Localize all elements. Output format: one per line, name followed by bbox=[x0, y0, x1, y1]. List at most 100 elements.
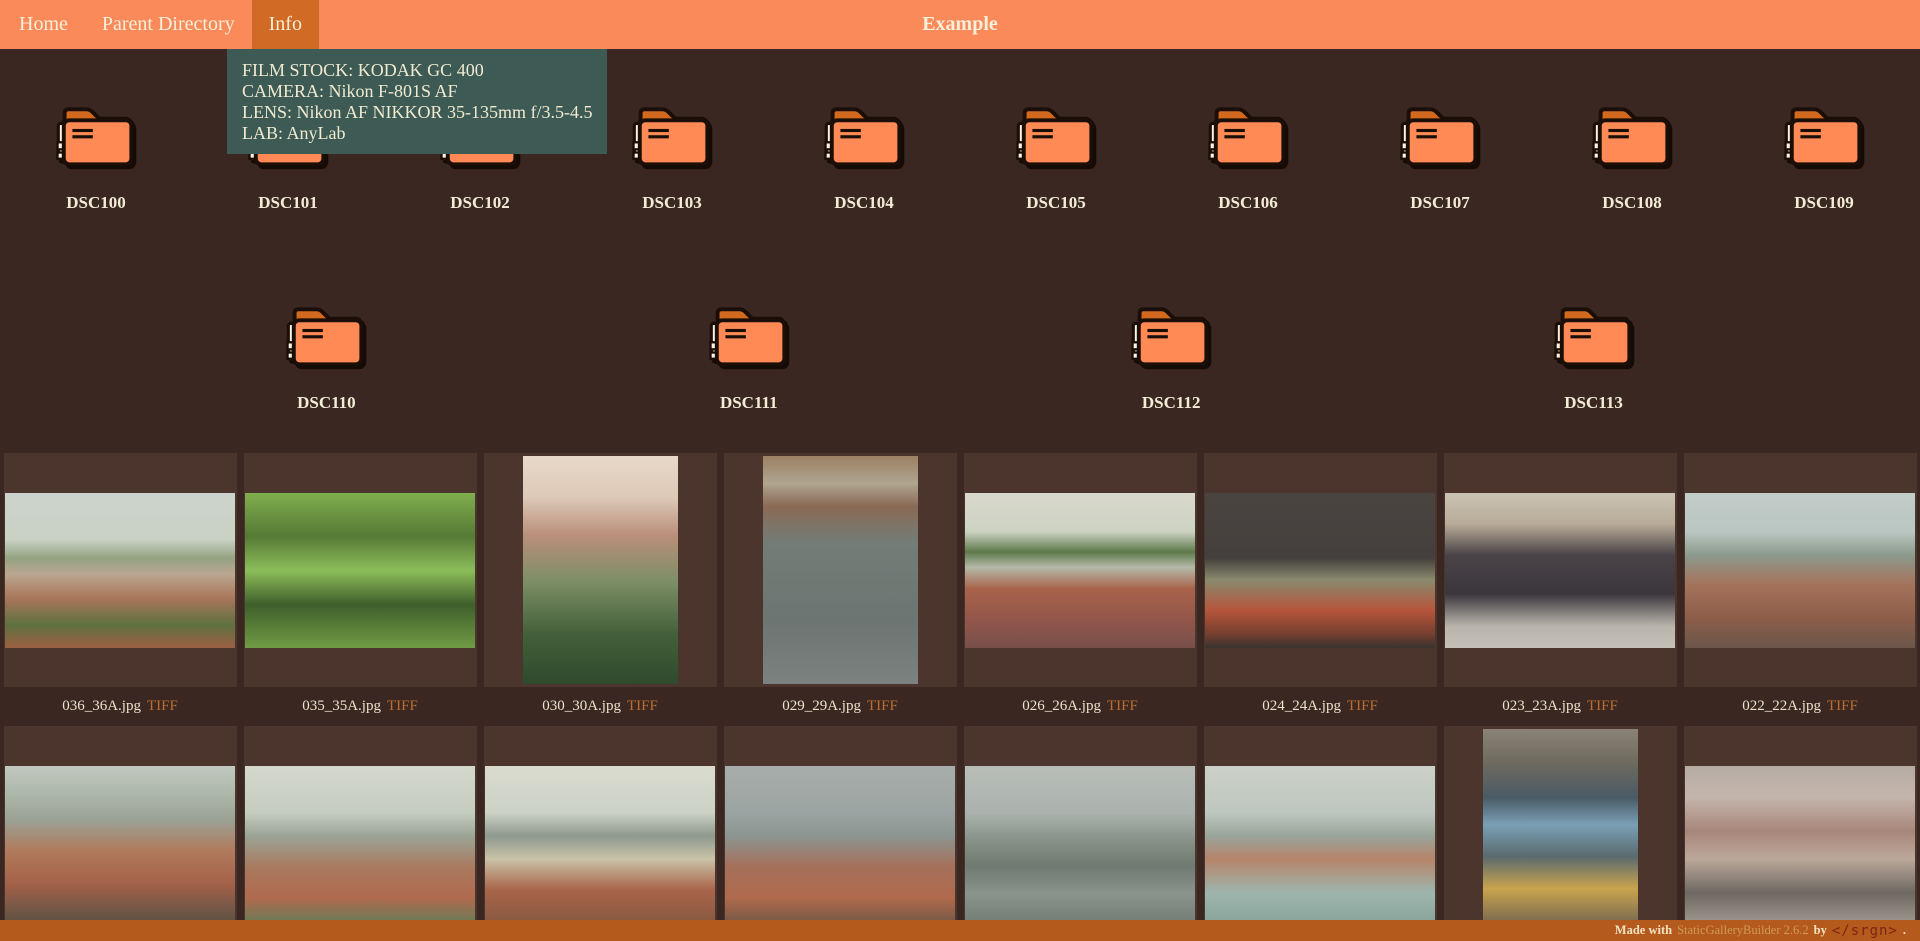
photo-thumbnail[interactable] bbox=[523, 456, 678, 684]
photo-thumbnail[interactable] bbox=[1483, 729, 1638, 941]
navbar: Example HomeParent DirectoryInfo bbox=[0, 0, 1920, 49]
thumbnail-card[interactable] bbox=[484, 726, 717, 941]
tiff-link[interactable]: TIFF bbox=[867, 698, 898, 715]
thumbnail-caption: 023_23A.jpgTIFF bbox=[1440, 687, 1680, 726]
photo-thumbnail[interactable] bbox=[245, 493, 475, 648]
folder-item-dsc110[interactable]: DSC110 bbox=[230, 303, 422, 413]
nav-item-home[interactable]: Home bbox=[2, 0, 85, 49]
thumbnail-card[interactable] bbox=[244, 726, 477, 941]
tiff-link[interactable]: TIFF bbox=[1107, 698, 1138, 715]
thumbnail-card[interactable] bbox=[964, 726, 1197, 941]
folder-label: DSC102 bbox=[450, 193, 510, 213]
folder-item-dsc106[interactable]: DSC106 bbox=[1152, 103, 1344, 213]
thumbnail-card[interactable] bbox=[964, 453, 1197, 687]
tiff-link[interactable]: TIFF bbox=[387, 698, 418, 715]
photo-thumbnail[interactable] bbox=[5, 493, 235, 648]
folder-label: DSC106 bbox=[1218, 193, 1278, 213]
thumbnail-card[interactable] bbox=[484, 453, 717, 687]
thumbnail-card[interactable] bbox=[1684, 726, 1917, 941]
folder-label: DSC110 bbox=[297, 393, 356, 413]
photo-thumbnail[interactable] bbox=[725, 766, 955, 921]
folder-item-dsc112[interactable]: DSC112 bbox=[1075, 303, 1267, 413]
thumbnail-card[interactable] bbox=[724, 453, 957, 687]
tiff-link[interactable]: TIFF bbox=[147, 698, 178, 715]
thumbnail-cell bbox=[1440, 726, 1680, 941]
thumbnail-cell: 036_36A.jpgTIFF bbox=[0, 453, 240, 726]
footer-period: . bbox=[1903, 923, 1906, 938]
tiff-link[interactable]: TIFF bbox=[1347, 698, 1378, 715]
folder-item-dsc100[interactable]: DSC100 bbox=[0, 103, 192, 213]
folder-item-dsc104[interactable]: DSC104 bbox=[768, 103, 960, 213]
photo-thumbnail[interactable] bbox=[1685, 766, 1915, 921]
folder-item-dsc113[interactable]: DSC113 bbox=[1498, 303, 1690, 413]
thumbnail-card[interactable] bbox=[1204, 453, 1437, 687]
photo-thumbnail[interactable] bbox=[965, 493, 1195, 648]
photo-thumbnail[interactable] bbox=[1205, 493, 1435, 648]
folder-icon bbox=[1399, 103, 1481, 169]
thumbnail-cell: 022_22A.jpg TIFF bbox=[1680, 453, 1920, 726]
folder-icon bbox=[1207, 103, 1289, 169]
nav-item-info[interactable]: Info bbox=[252, 0, 319, 49]
tiff-link[interactable]: TIFF bbox=[627, 698, 658, 715]
folder-icon bbox=[285, 303, 367, 369]
photo-thumbnail[interactable] bbox=[1685, 493, 1915, 648]
thumbnail-cell bbox=[240, 726, 480, 941]
thumbnail-cell: 024_24A.jpgTIFF bbox=[1200, 453, 1440, 726]
footer-logo[interactable]: </srgn> bbox=[1832, 923, 1898, 939]
thumbnail-caption: 022_22A.jpg TIFF bbox=[1680, 687, 1920, 726]
thumbnail-filename: 022_22A.jpg bbox=[1742, 698, 1821, 715]
thumbnail-cell: 035_35A.jpgTIFF bbox=[240, 453, 480, 726]
info-line-2: LENS: Nikon AF NIKKOR 35-135mm f/3.5-4.5 bbox=[242, 102, 592, 123]
footer: Made with StaticGalleryBuilder 2.6.2 by … bbox=[0, 920, 1920, 941]
folder-icon bbox=[1591, 103, 1673, 169]
info-dropdown: FILM STOCK: KODAK GC 400CAMERA: Nikon F-… bbox=[227, 49, 607, 154]
gallery-page: Example HomeParent DirectoryInfo FILM ST… bbox=[0, 0, 1920, 941]
info-line-3: LAB: AnyLab bbox=[242, 123, 592, 144]
thumbnail-caption: 024_24A.jpgTIFF bbox=[1200, 687, 1440, 726]
folder-item-dsc109[interactable]: DSC109 bbox=[1728, 103, 1920, 213]
photo-thumbnail[interactable] bbox=[965, 766, 1195, 921]
folder-label: DSC100 bbox=[66, 193, 126, 213]
photo-thumbnail[interactable] bbox=[1205, 766, 1435, 921]
thumbnail-card[interactable] bbox=[4, 726, 237, 941]
footer-builder-link[interactable]: StaticGalleryBuilder 2.6.2 bbox=[1677, 923, 1809, 938]
thumbnail-cell bbox=[720, 726, 960, 941]
thumbnail-cell bbox=[1680, 726, 1920, 941]
folder-icon bbox=[55, 103, 137, 169]
folder-icon bbox=[823, 103, 905, 169]
folder-item-dsc111[interactable]: DSC111 bbox=[653, 303, 845, 413]
thumbnail-cell: 023_23A.jpgTIFF bbox=[1440, 453, 1680, 726]
nav-items: HomeParent DirectoryInfo bbox=[2, 0, 319, 49]
thumbnail-card[interactable] bbox=[724, 726, 957, 941]
folder-icon bbox=[708, 303, 790, 369]
thumbnail-card[interactable] bbox=[1444, 453, 1677, 687]
tiff-link[interactable]: TIFF bbox=[1587, 698, 1618, 715]
thumbnail-card[interactable] bbox=[1444, 726, 1677, 941]
folder-icon bbox=[1783, 103, 1865, 169]
photo-thumbnail[interactable] bbox=[5, 766, 235, 921]
nav-item-parent-directory[interactable]: Parent Directory bbox=[85, 0, 252, 49]
folder-label: DSC109 bbox=[1794, 193, 1854, 213]
photo-thumbnail[interactable] bbox=[1445, 493, 1675, 648]
thumbnail-card[interactable] bbox=[1684, 453, 1917, 687]
folder-item-dsc107[interactable]: DSC107 bbox=[1344, 103, 1536, 213]
folder-item-dsc105[interactable]: DSC105 bbox=[960, 103, 1152, 213]
thumbnail-filename: 030_30A.jpg bbox=[542, 698, 621, 715]
folder-label: DSC105 bbox=[1026, 193, 1086, 213]
tiff-link[interactable]: TIFF bbox=[1827, 698, 1858, 715]
thumbnail-filename: 026_26A.jpg bbox=[1022, 698, 1101, 715]
thumbnail-card[interactable] bbox=[4, 453, 237, 687]
info-line-0: FILM STOCK: KODAK GC 400 bbox=[242, 60, 592, 81]
thumbnail-cell: 030_30A.jpg TIFF bbox=[480, 453, 720, 726]
folder-icon bbox=[631, 103, 713, 169]
photo-thumbnail[interactable] bbox=[485, 766, 715, 921]
thumbnail-caption: 030_30A.jpg TIFF bbox=[480, 687, 720, 726]
folder-item-dsc108[interactable]: DSC108 bbox=[1536, 103, 1728, 213]
photo-thumbnail[interactable] bbox=[763, 456, 918, 684]
photo-thumbnail[interactable] bbox=[245, 766, 475, 921]
thumbnail-card[interactable] bbox=[244, 453, 477, 687]
thumbnail-cell bbox=[0, 726, 240, 941]
folder-label: DSC101 bbox=[258, 193, 318, 213]
thumbnail-card[interactable] bbox=[1204, 726, 1437, 941]
thumbnail-cell bbox=[480, 726, 720, 941]
